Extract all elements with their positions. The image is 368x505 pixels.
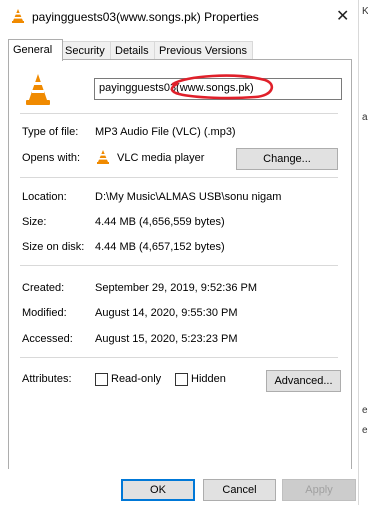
vlc-cone-icon — [12, 9, 24, 23]
accessed-label: Accessed: — [22, 333, 73, 345]
opens-with-value: VLC media player — [117, 152, 205, 164]
location-value: D:\My Music\ALMAS USB\sonu nigam — [95, 191, 282, 203]
file-name-text: payingguests03(www.songs.pk) — [99, 82, 254, 94]
vlc-file-icon — [26, 74, 50, 105]
size-value: 4.44 MB (4,656,559 bytes) — [95, 216, 225, 228]
modified-value: August 14, 2020, 9:55:30 PM — [95, 307, 238, 319]
tab-previous-versions[interactable]: Previous Versions — [154, 41, 253, 60]
size-label: Size: — [22, 216, 47, 228]
advanced-button[interactable]: Advanced... — [266, 370, 341, 392]
size-on-disk-value: 4.44 MB (4,657,152 bytes) — [95, 241, 225, 253]
background-text: a — [362, 112, 368, 123]
opens-with-label: Opens with: — [22, 152, 81, 164]
created-value: September 29, 2019, 9:52:36 PM — [95, 282, 258, 294]
tab-security[interactable]: Security — [60, 41, 114, 60]
created-label: Created: — [22, 282, 65, 294]
vlc-cone-icon — [97, 150, 109, 164]
size-on-disk-label: Size on disk: — [22, 241, 85, 253]
type-of-file-label: Type of file: — [22, 126, 79, 138]
separator — [20, 113, 338, 114]
type-of-file-value: MP3 Audio File (VLC) (.mp3) — [95, 126, 236, 138]
file-name-field[interactable]: payingguests03(www.songs.pk) — [94, 78, 342, 100]
close-icon[interactable]: ✕ — [336, 6, 349, 26]
background-text: e — [362, 425, 368, 436]
apply-button[interactable]: Apply — [282, 479, 356, 501]
readonly-checkbox[interactable] — [95, 373, 108, 386]
location-label: Location: — [22, 191, 67, 203]
modified-label: Modified: — [22, 307, 67, 319]
ok-button[interactable]: OK — [121, 479, 195, 501]
cancel-button[interactable]: Cancel — [203, 479, 276, 501]
background-text: K — [362, 6, 368, 17]
separator — [20, 357, 338, 358]
title-bar: payingguests03(www.songs.pk) Properties … — [0, 0, 358, 32]
properties-dialog: payingguests03(www.songs.pk) Properties … — [0, 0, 358, 505]
accessed-value: August 15, 2020, 5:23:23 PM — [95, 333, 238, 345]
hidden-label: Hidden — [191, 373, 226, 385]
background-text: e — [362, 405, 368, 416]
separator — [20, 265, 338, 266]
separator — [20, 177, 338, 178]
hidden-checkbox[interactable] — [175, 373, 188, 386]
readonly-label: Read-only — [111, 373, 162, 385]
tab-details[interactable]: Details — [110, 41, 158, 60]
tab-general[interactable]: General — [8, 39, 63, 61]
change-button[interactable]: Change... — [236, 148, 338, 170]
window-title: payingguests03(www.songs.pk) Properties — [32, 10, 259, 24]
attributes-label: Attributes: — [22, 373, 72, 385]
